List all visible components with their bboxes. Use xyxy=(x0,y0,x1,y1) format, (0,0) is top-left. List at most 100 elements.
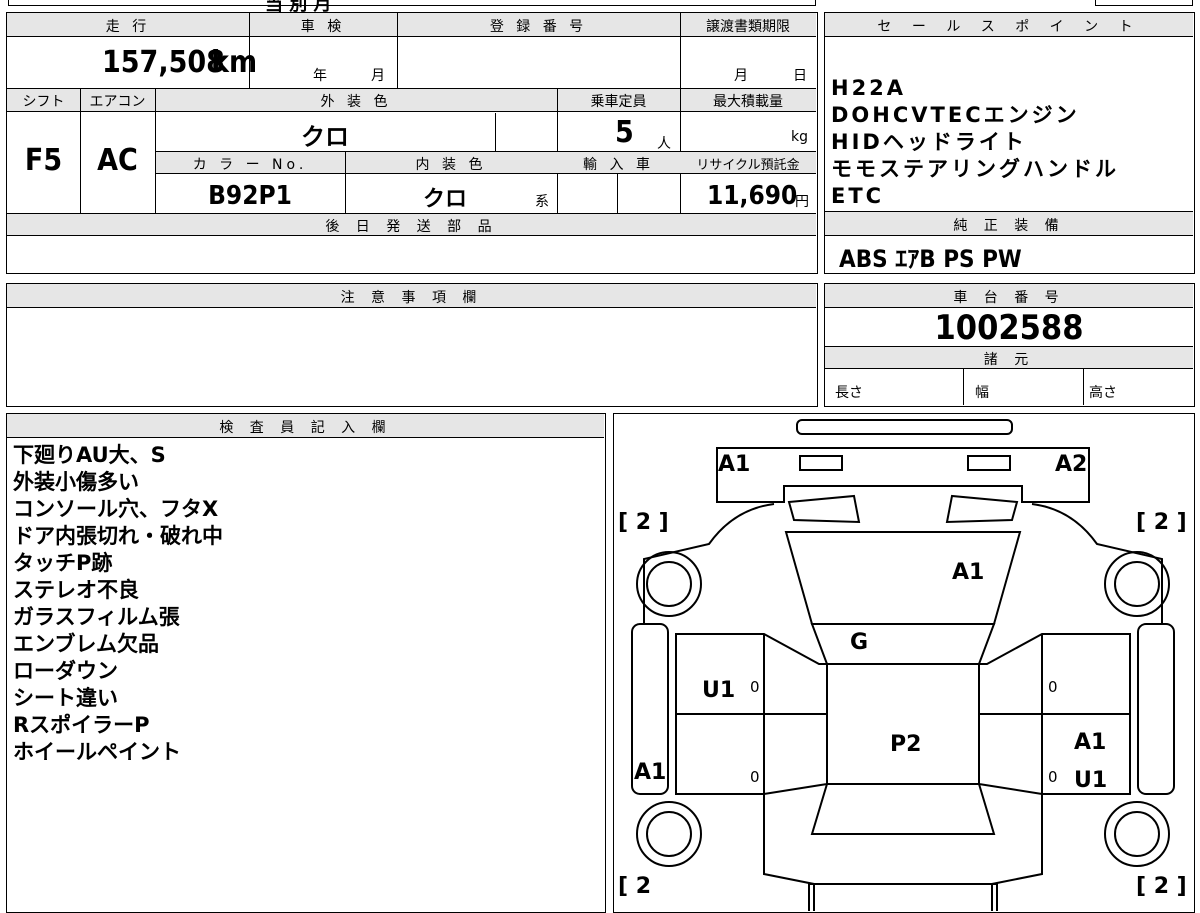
recycle-value: 11,690 xyxy=(707,181,798,211)
exterior-color-header: 外 装 色 xyxy=(320,94,392,110)
mark-windshield: G xyxy=(850,630,869,655)
inspector-lines: 下廻りAU大、S 外装小傷多い コンソール穴、フタX ドア内張切れ・破れ中 タッ… xyxy=(13,442,223,766)
sales-points-list: H22A DOHCVTECエンジン HIDヘッドライト モモステアリングハンドル… xyxy=(831,75,1119,210)
mark-right-rear-a: A1 xyxy=(1074,730,1107,755)
rear-window-shape xyxy=(810,783,996,835)
inspector-line: タッチP跡 xyxy=(13,551,113,575)
windshield-shape xyxy=(810,623,996,665)
sales-point-line: モモステアリングハンドル xyxy=(831,157,1119,181)
interior-color-suffix: 系 xyxy=(535,194,549,210)
inspector-line: 下廻りAU大、S xyxy=(13,443,166,467)
genuine-equipment-value: ABS ｴｱB PS PW xyxy=(839,245,1022,273)
mark-left-rear: A1 xyxy=(634,760,667,785)
mileage-unit: km xyxy=(211,45,258,80)
right-lamp-shape xyxy=(945,494,1019,524)
inspector-line: ホイールペイント xyxy=(13,740,181,764)
genuine-equipment-header: 純 正 装 備 xyxy=(953,218,1065,234)
tire-bottom-left: [ 2 xyxy=(618,874,659,899)
zero-left-rear: 0 xyxy=(750,768,760,786)
right-headlight-shape xyxy=(967,455,1011,471)
chassis-specs-box: 車 台 番 号 1002588 諸 元 長さ 幅 高さ xyxy=(824,283,1195,407)
car-diagram-box: A1 A2 A1 G U1 P2 A1 A1 U1 0 0 0 0 [ 2 ] … xyxy=(613,413,1195,913)
mileage-value: 157,508 xyxy=(102,45,225,80)
mark-hood: A1 xyxy=(952,560,985,585)
capacity-header: 乗車定員 xyxy=(590,94,647,110)
deadline-month-label: 月 xyxy=(734,68,748,84)
inspector-line: エンブレム欠品 xyxy=(13,632,159,656)
sales-points-header: セ ー ル ス ポ イ ン ト xyxy=(877,19,1141,35)
rear-right-quarter-shape xyxy=(991,794,1043,911)
zero-left-front: 0 xyxy=(750,678,760,696)
top-cut-box-right xyxy=(1095,0,1193,6)
sales-point-line: ETC xyxy=(831,184,885,208)
shaken-year-label: 年 xyxy=(313,68,327,84)
specs-length-label: 長さ xyxy=(835,385,863,401)
registration-header: 登 録 番 号 xyxy=(489,19,588,35)
interior-color-value: クロ xyxy=(422,187,467,212)
exterior-color-value: クロ xyxy=(301,123,349,151)
mark-left-front-door: U1 xyxy=(702,678,736,703)
shaken-month-label: 月 xyxy=(371,68,385,84)
left-front-door-shape xyxy=(675,633,828,715)
transfer-deadline-header: 譲渡書類期限 xyxy=(706,19,790,35)
zero-right-rear: 0 xyxy=(1048,768,1058,786)
left-headlight-shape xyxy=(799,455,843,471)
tire-bottom-right: [ 2 ] xyxy=(1136,874,1187,899)
inspector-line: ドア内張切れ・破れ中 xyxy=(13,524,223,548)
front-panel-shape xyxy=(716,447,1090,503)
left-lamp-shape xyxy=(787,494,861,524)
aircon-value: AC xyxy=(97,143,138,178)
hood-shape xyxy=(784,531,1022,625)
right-sill-shape xyxy=(1137,623,1175,795)
specs-width-label: 幅 xyxy=(975,385,989,401)
specs-height-label: 高さ xyxy=(1089,385,1117,401)
interior-color-header: 内 装 色 xyxy=(415,157,487,173)
car-diagram xyxy=(631,419,1175,911)
sales-point-line: HIDヘッドライト xyxy=(831,130,1027,154)
mark-right-rear-u: U1 xyxy=(1074,768,1108,793)
max-load-unit: kg xyxy=(791,129,808,145)
roof-shape xyxy=(826,663,980,785)
notes-box: 注 意 事 項 欄 xyxy=(6,283,818,407)
shaken-header: 車 検 xyxy=(300,19,346,35)
top-cut-strip xyxy=(8,0,816,6)
mark-roof: P2 xyxy=(890,732,922,757)
specs-header: 諸 元 xyxy=(983,352,1035,368)
zero-right-front: 0 xyxy=(1048,678,1058,696)
sales-point-line: DOHCVTECエンジン xyxy=(831,103,1080,127)
inspector-line: ステレオ不良 xyxy=(13,578,139,602)
inspector-line: RスポイラーP xyxy=(13,713,150,737)
import-header: 輸 入 車 xyxy=(583,157,654,173)
mileage-header: 走 行 xyxy=(105,19,151,35)
color-no-value: B92P1 xyxy=(208,181,292,211)
deadline-day-label: 日 xyxy=(793,68,807,84)
mark-front-left: A1 xyxy=(718,452,751,477)
tire-top-left: [ 2 ] xyxy=(618,510,669,535)
capacity-unit: 人 xyxy=(657,136,671,152)
inspector-memo-box: 検 査 員 記 入 欄 下廻りAU大、S 外装小傷多い コンソール穴、フタX ド… xyxy=(6,413,606,913)
notes-header: 注 意 事 項 欄 xyxy=(340,290,483,306)
inspector-line: ガラスフィルム張 xyxy=(13,605,180,629)
mark-front-right: A2 xyxy=(1055,452,1088,477)
capacity-value: 5 xyxy=(615,115,634,150)
right-front-door-shape xyxy=(978,633,1131,715)
inspector-header: 検 査 員 記 入 欄 xyxy=(219,420,392,436)
color-no-header: カ ラ ー No. xyxy=(192,157,308,173)
inspector-line: 外装小傷多い xyxy=(13,470,139,494)
chassis-header: 車 台 番 号 xyxy=(953,290,1065,306)
sales-point-line: H22A xyxy=(831,76,907,100)
front-bumper-shape xyxy=(796,419,1013,435)
inspector-line: コンソール穴、フタX xyxy=(13,497,219,521)
max-load-header: 最大積載量 xyxy=(713,94,783,110)
recycle-unit: 円 xyxy=(795,194,809,210)
tire-top-right: [ 2 ] xyxy=(1136,510,1187,535)
chassis-value: 1002588 xyxy=(934,308,1084,348)
shift-header: シフト xyxy=(22,94,65,110)
rear-left-quarter-shape xyxy=(763,794,815,911)
vehicle-info-grid: 走 行 車 検 登 録 番 号 譲渡書類期限 157,508 km 年 月 月 … xyxy=(6,12,818,274)
shift-value: F5 xyxy=(24,143,63,178)
trunk-shape xyxy=(808,883,998,911)
aircon-header: エアコン xyxy=(89,94,146,110)
sales-points-box: セ ー ル ス ポ イ ン ト H22A DOHCVTECエンジン HIDヘッド… xyxy=(824,12,1195,274)
inspector-line: ローダウン xyxy=(13,659,118,683)
